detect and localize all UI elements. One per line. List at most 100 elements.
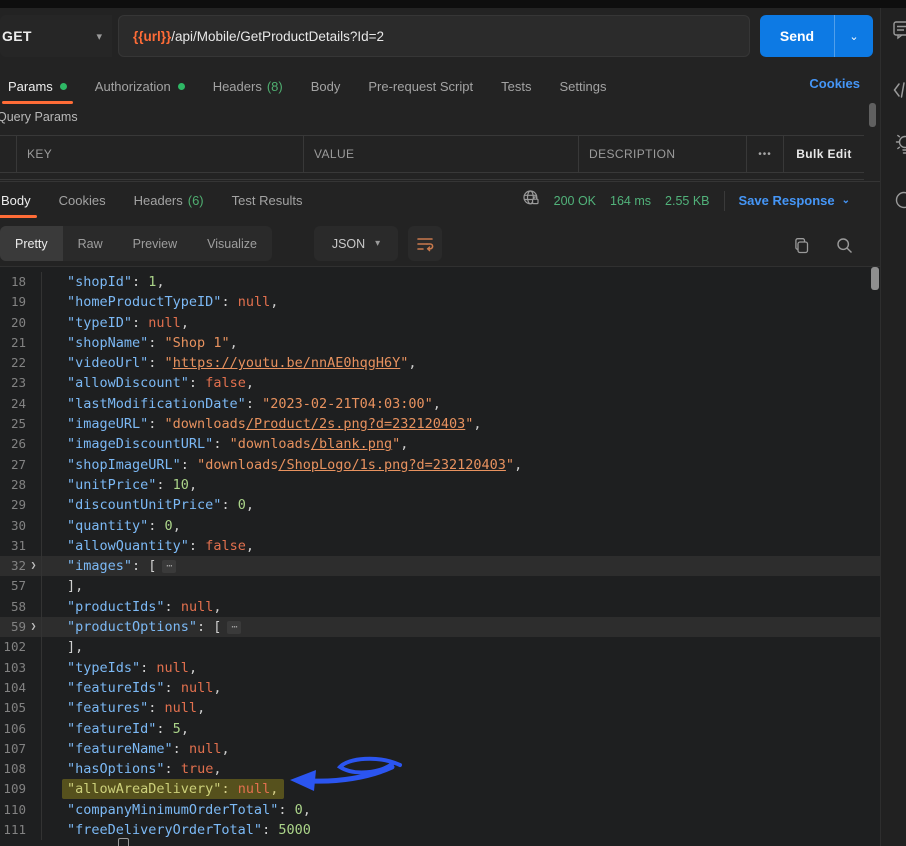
column-value[interactable]: VALUE: [303, 136, 578, 172]
token: "images": [67, 558, 132, 574]
line-number: 23: [0, 373, 26, 393]
cookies-link[interactable]: Cookies: [809, 76, 860, 91]
line-number: 57: [0, 576, 26, 596]
line-gutter: 103: [0, 658, 42, 678]
line-content: ],: [42, 637, 83, 657]
mode-raw[interactable]: Raw: [63, 226, 118, 261]
token[interactable]: ⋯: [162, 560, 176, 573]
line-content: ],: [42, 576, 83, 596]
copy-button[interactable]: [790, 234, 812, 256]
fold-chevron-icon[interactable]: ❯: [26, 617, 41, 637]
tab-pre-request-script[interactable]: Pre-request Script: [354, 68, 487, 105]
link-text[interactable]: /ShopLogo/1s.png?d=232120403: [278, 457, 506, 473]
line-number: 110: [0, 800, 26, 820]
token: :: [246, 396, 262, 412]
tab-params[interactable]: Params: [0, 68, 81, 105]
line-content: "companyMinimumOrderTotal": 0,: [42, 800, 311, 820]
line-number: 27: [0, 455, 26, 475]
send-options-caret-icon[interactable]: ⌄: [835, 15, 873, 57]
column-key[interactable]: KEY: [16, 136, 303, 172]
line-content: "videoUrl": "https://youtu.be/nnAE0hqgH6…: [42, 353, 417, 373]
token: :: [262, 822, 278, 838]
line-gutter: 19: [0, 292, 42, 312]
token: : [: [197, 619, 221, 635]
line-gutter: 22: [0, 353, 42, 373]
line-content: "productIds": null,: [42, 597, 221, 617]
wrap-text-icon: [416, 236, 434, 252]
status-badge[interactable]: 200 OK: [554, 194, 596, 208]
scrollbar-thumb[interactable]: [869, 103, 876, 127]
format-select[interactable]: JSON ▾: [314, 226, 398, 261]
tab-label: Authorization: [95, 79, 171, 94]
tab-tests[interactable]: Tests: [487, 68, 545, 105]
code-snippet-icon[interactable]: [893, 80, 906, 105]
tab-body[interactable]: Body: [0, 182, 45, 219]
code-line-24: 24"lastModificationDate": "2023-02-21T04…: [0, 394, 880, 414]
token: :: [148, 355, 164, 371]
select-all-cell[interactable]: [0, 136, 16, 172]
line-gutter: 111: [0, 820, 42, 840]
token: :: [148, 416, 164, 432]
tab-cookies[interactable]: Cookies: [45, 182, 120, 219]
token: :: [156, 477, 172, 493]
line-gutter: 108: [0, 759, 42, 779]
chevron-down-icon: ⌄: [842, 195, 850, 206]
token: false: [205, 375, 246, 391]
save-response-button[interactable]: Save Response ⌄: [739, 193, 851, 208]
link-text[interactable]: https://youtu.be/nnAE0hqgH6Y: [173, 355, 401, 371]
url-input[interactable]: {{url}}/api/Mobile/GetProductDetails?Id=…: [118, 15, 750, 57]
mode-preview[interactable]: Preview: [118, 226, 192, 261]
bulk-edit-button[interactable]: Bulk Edit: [783, 136, 864, 172]
code-line-20: 20"typeID": null,: [0, 313, 880, 333]
more-actions-icon[interactable]: •••: [746, 136, 783, 172]
help-circle-icon[interactable]: [893, 190, 906, 215]
line-content: "typeIds": null,: [42, 658, 197, 678]
line-content: "imageDiscountURL": "downloads/blank.png…: [42, 434, 408, 454]
line-content: "allowQuantity": false,: [42, 536, 254, 556]
tab-test-results[interactable]: Test Results: [218, 182, 317, 219]
link-text[interactable]: /Product/2s.png?d=232120403: [246, 416, 465, 432]
wrap-text-button[interactable]: [408, 226, 442, 261]
token: 5000: [278, 822, 311, 838]
response-size[interactable]: 2.55 KB: [665, 194, 709, 208]
method-select[interactable]: GET ▾: [0, 15, 112, 57]
partial-line-icon: [118, 838, 129, 846]
view-mode-group: PrettyRawPreviewVisualize: [0, 226, 272, 261]
send-label[interactable]: Send: [760, 15, 835, 57]
search-button[interactable]: [833, 234, 855, 256]
token[interactable]: ⋯: [227, 621, 241, 634]
token: 10: [173, 477, 189, 493]
line-gutter: 26: [0, 434, 42, 454]
comments-icon[interactable]: [893, 20, 906, 45]
tab-headers[interactable]: Headers(6): [120, 182, 218, 219]
line-content: "productOptions": [⋯: [42, 617, 241, 637]
mode-visualize[interactable]: Visualize: [192, 226, 272, 261]
response-header: BodyCookiesHeaders(6)Test Results 200 OK…: [0, 181, 880, 221]
code-scrollbar-thumb[interactable]: [871, 267, 879, 290]
line-number: 24: [0, 394, 26, 414]
fold-chevron-icon[interactable]: ❯: [26, 556, 41, 576]
send-button[interactable]: Send ⌄: [760, 15, 873, 57]
token: 0: [165, 518, 173, 534]
code-line-104: 104"featureIds": null,: [0, 678, 880, 698]
tab-headers[interactable]: Headers(8): [199, 68, 297, 105]
column-description[interactable]: DESCRIPTION: [578, 136, 746, 172]
tab-body[interactable]: Body: [297, 68, 355, 105]
response-time[interactable]: 164 ms: [610, 194, 651, 208]
token: "homeProductTypeID": [67, 294, 221, 310]
tab-authorization[interactable]: Authorization: [81, 68, 199, 105]
token: 5: [173, 721, 181, 737]
mode-pretty[interactable]: Pretty: [0, 226, 63, 261]
tab-settings[interactable]: Settings: [545, 68, 620, 105]
token: ,: [189, 477, 197, 493]
response-body-viewer[interactable]: 18"shopId": 1,19"homeProductTypeID": nul…: [0, 266, 880, 846]
lightbulb-icon[interactable]: [893, 130, 906, 161]
chevron-down-icon: ▾: [375, 238, 380, 249]
token: "typeID": [67, 315, 132, 331]
tab-label: Pre-request Script: [368, 79, 473, 94]
link-text[interactable]: /blank.png: [311, 436, 392, 452]
line-gutter: 110: [0, 800, 42, 820]
line-gutter: 25: [0, 414, 42, 434]
network-globe-icon[interactable]: [522, 189, 540, 212]
token: null: [238, 781, 271, 797]
